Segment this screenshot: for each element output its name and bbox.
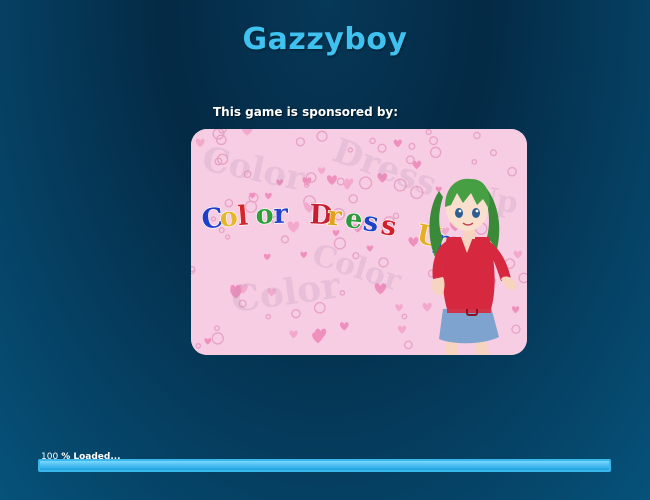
svg-text:r: r — [326, 201, 343, 233]
site-title: Gazzyboy — [242, 22, 408, 57]
svg-text:o: o — [255, 199, 275, 231]
svg-text:r: r — [273, 199, 289, 230]
loading-progress-fill — [40, 461, 609, 470]
loading-progress-bar — [38, 459, 611, 472]
sponsor-banner[interactable]: Color Dress Up Color Color ColorDressUp — [191, 129, 527, 355]
svg-text:e: e — [344, 203, 364, 236]
sponsor-caption: This game is sponsored by: — [213, 105, 399, 119]
